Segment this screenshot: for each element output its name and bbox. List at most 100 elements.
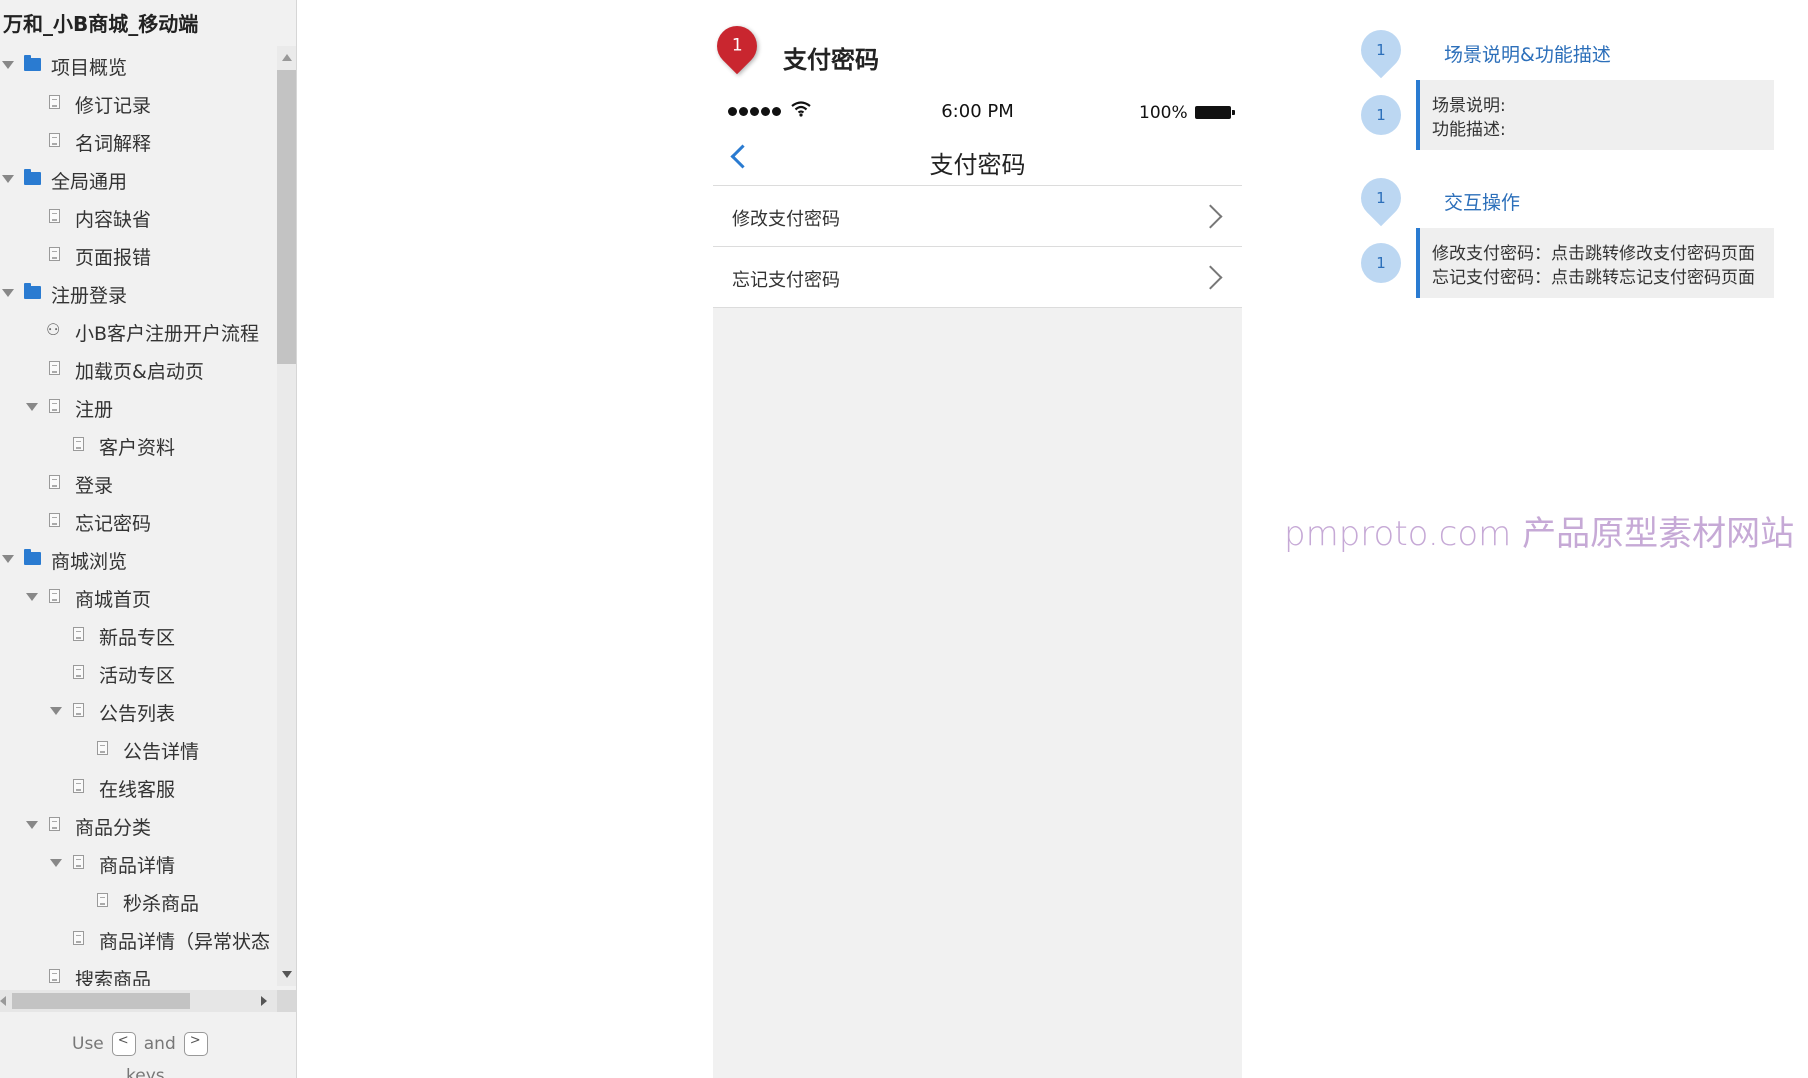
annotation-heading-scene: 场景说明&功能描述	[1444, 44, 1611, 66]
expand-arrow-icon[interactable]	[50, 859, 62, 867]
expand-arrow-icon[interactable]	[26, 593, 38, 601]
page-icon	[49, 399, 60, 413]
page-icon	[49, 361, 60, 375]
tree-item[interactable]: 新品专区	[0, 616, 277, 654]
annotation-badge-icon: 1	[1361, 243, 1401, 283]
tree-item[interactable]: 页面报错	[0, 236, 277, 274]
hint-keys-text: keys	[126, 1066, 165, 1078]
tree-item[interactable]: 忘记密码	[0, 502, 277, 540]
page-icon	[73, 779, 84, 793]
tree-item[interactable]: 秒杀商品	[0, 882, 277, 920]
scrollbar-corner	[277, 990, 296, 1012]
tree-item-label: 公告详情	[123, 741, 200, 763]
tree-item-label: 修订记录	[75, 95, 152, 117]
flow-icon: ⚇	[46, 320, 61, 339]
chevron-right-icon	[1198, 204, 1223, 229]
tree-item[interactable]: ⚇ 小B客户注册开户流程	[0, 312, 277, 350]
tree-item[interactable]: 商城浏览	[0, 540, 277, 578]
annotation-badge-icon: 1	[1361, 95, 1401, 135]
page-title: 支付密码	[783, 46, 879, 74]
hint-use-text: Use	[72, 1034, 104, 1054]
tree-item[interactable]: 商品详情（异常状态	[0, 920, 277, 958]
page-icon	[73, 437, 84, 451]
tree-item-label: 商品详情	[99, 855, 176, 877]
page-icon	[97, 893, 108, 907]
tree-item[interactable]: 登录	[0, 464, 277, 502]
annotation-heading-interaction: 交互操作	[1444, 192, 1521, 214]
menu-row-change-pay-password[interactable]: 修改支付密码	[713, 186, 1242, 247]
tree-item[interactable]: 活动专区	[0, 654, 277, 692]
page-marker-pin-icon: 1	[708, 17, 766, 75]
tree-item[interactable]: 全局通用	[0, 160, 277, 198]
expand-arrow-icon[interactable]	[2, 61, 14, 69]
expand-arrow-icon[interactable]	[2, 289, 14, 297]
expand-arrow-icon[interactable]	[2, 175, 14, 183]
scroll-right-arrow-icon[interactable]	[261, 996, 267, 1006]
tree-item-label: 搜索商品	[75, 969, 152, 986]
tree-item[interactable]: 注册	[0, 388, 277, 426]
tree-item[interactable]: 商城首页	[0, 578, 277, 616]
page-icon	[73, 703, 84, 717]
tree-item-label: 秒杀商品	[123, 893, 200, 915]
annotation-pin-icon: 1	[1352, 21, 1410, 79]
page-icon	[49, 95, 60, 109]
expand-arrow-icon[interactable]	[26, 821, 38, 829]
page-marker-number: 1	[731, 36, 743, 57]
watermark-text: pmproto.com 产品原型素材网站	[1284, 514, 1795, 554]
menu-row-label: 修改支付密码	[732, 209, 840, 230]
sitemap-tree: 项目概览 修订记录 名词解释 全局通用 内容缺省 页面报错 注册登录 ⚇ 小B客户注册开户流程加…	[0, 46, 277, 986]
annotation-box-interaction: 修改支付密码：点击跳转修改支付密码页面 忘记支付密码：点击跳转忘记支付密码页面	[1416, 228, 1774, 298]
scroll-up-arrow-icon[interactable]	[282, 54, 292, 61]
tree-item[interactable]: 搜索商品	[0, 958, 277, 986]
tree-item[interactable]: 名词解释	[0, 122, 277, 160]
sitemap-sidebar: 万和_小B商城_移动端 项目概览 修订记录 名词解释 全局通用 内容缺省 页面报错 注册登录…	[0, 0, 297, 1078]
folder-icon	[24, 169, 41, 185]
chevron-right-icon	[1198, 265, 1223, 290]
tree-item[interactable]: 公告列表	[0, 692, 277, 730]
tree-item-label: 注册登录	[51, 285, 128, 307]
battery-icon	[1195, 106, 1235, 119]
tree-item-label: 商城首页	[75, 589, 152, 611]
tree-item[interactable]: 客户资料	[0, 426, 277, 464]
nav-title: 支付密码	[929, 151, 1026, 179]
menu-row-forgot-pay-password[interactable]: 忘记支付密码	[713, 247, 1242, 308]
tree-item-label: 项目概览	[51, 57, 128, 79]
vertical-scrollbar[interactable]	[277, 46, 296, 986]
annotation-line: 修改支付密码：点击跳转修改支付密码页面	[1432, 244, 1755, 264]
tree-item[interactable]: 商品详情	[0, 844, 277, 882]
page-icon	[73, 665, 84, 679]
tree-item[interactable]: 在线客服	[0, 768, 277, 806]
right-key-icon: >	[183, 1032, 208, 1056]
page-icon	[49, 247, 60, 261]
status-bar: 6:00 PM 100%	[713, 90, 1242, 134]
tree-item-label: 名词解释	[75, 133, 152, 155]
page-icon	[49, 513, 60, 527]
tree-item-label: 注册	[75, 399, 114, 421]
tree-item[interactable]: 商品分类	[0, 806, 277, 844]
tree-item[interactable]: 项目概览	[0, 46, 277, 84]
annotation-badge-number: 1	[1376, 254, 1386, 272]
horizontal-scrollbar[interactable]	[0, 990, 296, 1012]
page-icon	[73, 931, 84, 945]
annotation-line: 忘记支付密码：点击跳转忘记支付密码页面	[1432, 268, 1755, 288]
expand-arrow-icon[interactable]	[2, 555, 14, 563]
scroll-down-arrow-icon[interactable]	[282, 971, 292, 978]
vertical-scroll-thumb[interactable]	[277, 70, 296, 364]
keyboard-hint: Use < and >	[72, 1032, 208, 1056]
tree-item-label: 商品详情（异常状态	[99, 931, 271, 953]
tree-item[interactable]: 内容缺省	[0, 198, 277, 236]
scroll-left-arrow-icon[interactable]	[0, 996, 6, 1006]
project-title: 万和_小B商城_移动端	[3, 12, 199, 36]
page-icon	[49, 133, 60, 147]
horizontal-scroll-thumb[interactable]	[12, 993, 190, 1009]
expand-arrow-icon[interactable]	[50, 707, 62, 715]
tree-item[interactable]: 加载页&启动页	[0, 350, 277, 388]
tree-item-label: 客户资料	[99, 437, 176, 459]
tree-item[interactable]: 注册登录	[0, 274, 277, 312]
annotation-pin-number: 1	[1376, 189, 1386, 208]
tree-item[interactable]: 修订记录	[0, 84, 277, 122]
page-icon	[73, 855, 84, 869]
expand-arrow-icon[interactable]	[26, 403, 38, 411]
tree-item[interactable]: 公告详情	[0, 730, 277, 768]
folder-icon	[24, 55, 41, 71]
